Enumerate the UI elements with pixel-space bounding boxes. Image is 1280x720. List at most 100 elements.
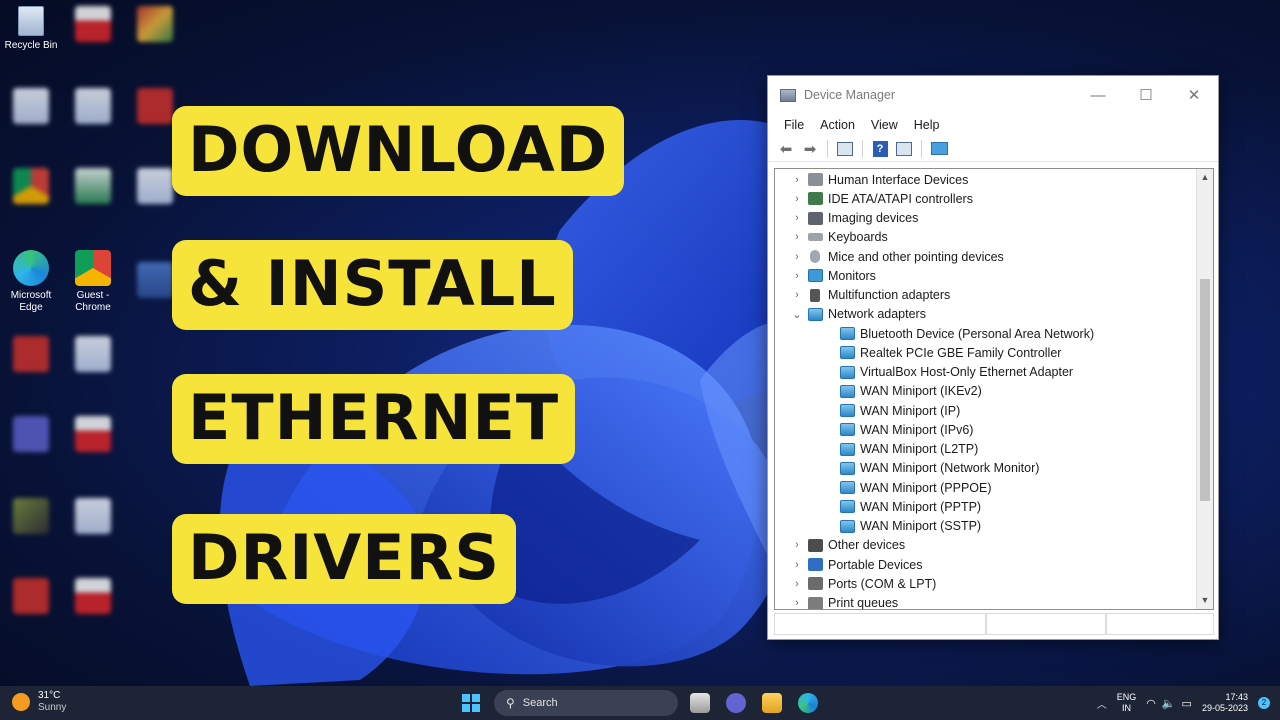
tree-item-label: Human Interface Devices — [828, 172, 969, 187]
wifi-icon[interactable]: ◠ — [1146, 697, 1156, 710]
desktop-shortcut[interactable] — [0, 88, 62, 128]
tree-item-label: Imaging devices — [828, 211, 919, 225]
desktop-shortcut[interactable] — [0, 498, 62, 538]
expand-chevron-icon[interactable]: › — [789, 289, 805, 301]
collapse-chevron-icon[interactable]: ⌄ — [789, 308, 805, 321]
tree-category-item[interactable]: › Mice and other pointing devices — [789, 247, 1004, 266]
guest-chrome-shortcut[interactable]: Guest - Chrome — [62, 250, 124, 314]
recycle-bin-shortcut[interactable]: Recycle Bin — [0, 6, 62, 52]
folder-icon — [137, 262, 173, 298]
tree-device-item[interactable]: WAN Miniport (IKEv2) — [837, 382, 982, 401]
tree-device-item[interactable]: WAN Miniport (IP) — [837, 401, 960, 420]
forward-arrow-icon[interactable]: ➡ — [800, 139, 820, 159]
battery-icon[interactable]: ▭ — [1182, 697, 1192, 710]
tree-device-item[interactable]: Realtek PCIe GBE Family Controller — [837, 343, 1061, 362]
desktop-shortcut[interactable] — [62, 336, 124, 376]
tree-category-item[interactable]: › Human Interface Devices — [789, 170, 968, 189]
desktop-shortcut[interactable] — [62, 498, 124, 538]
maximize-button[interactable]: ☐ — [1122, 76, 1170, 114]
tree-device-item[interactable]: WAN Miniport (PPTP) — [837, 497, 981, 516]
expand-chevron-icon[interactable]: › — [789, 559, 805, 571]
toolbar-separator — [862, 139, 863, 158]
edge-taskbar-icon[interactable] — [798, 693, 818, 713]
expand-chevron-icon[interactable]: › — [789, 597, 805, 609]
back-arrow-icon[interactable]: ⬅ — [776, 139, 796, 159]
desktop-shortcut[interactable] — [0, 416, 62, 456]
tree-category-item[interactable]: ⌄ Network adapters — [789, 305, 926, 324]
tree-item-label: WAN Miniport (PPPOE) — [860, 480, 992, 495]
desktop-shortcut[interactable] — [0, 168, 62, 208]
menu-action[interactable]: Action — [812, 118, 863, 132]
mouse-icon — [810, 250, 820, 263]
tree-device-item[interactable]: WAN Miniport (Network Monitor) — [837, 459, 1039, 478]
close-button[interactable]: ✕ — [1170, 76, 1218, 114]
tree-category-item[interactable]: › Ports (COM & LPT) — [789, 574, 936, 593]
tree-item-label: Network adapters — [828, 307, 926, 322]
tree-item-label: Bluetooth Device (Personal Area Network) — [860, 326, 1095, 341]
expand-chevron-icon[interactable]: › — [789, 231, 805, 243]
menu-view[interactable]: View — [863, 118, 906, 132]
scroll-up-arrow-icon[interactable]: ▲ — [1197, 169, 1213, 186]
tree-category-item[interactable]: › Imaging devices — [789, 209, 918, 228]
desktop-shortcut[interactable] — [62, 88, 124, 128]
menu-bar: File Action View Help — [768, 114, 1218, 136]
tree-category-item[interactable]: › Keyboards — [789, 228, 888, 247]
properties-view-icon[interactable] — [835, 139, 855, 159]
file-explorer-icon[interactable] — [762, 693, 782, 713]
weather-widget[interactable]: 31°C Sunny — [12, 690, 66, 714]
microsoft-edge-shortcut[interactable]: Microsoft Edge — [0, 250, 62, 314]
scroll-thumb[interactable] — [1200, 279, 1210, 501]
clock[interactable]: 17:43 29-05-2023 — [1202, 692, 1248, 714]
tree-category-item[interactable]: › Other devices — [789, 536, 905, 555]
network-adapter-icon — [840, 500, 855, 514]
show-hidden-icons-chevron-icon[interactable]: ︿ — [1097, 696, 1107, 711]
expand-chevron-icon[interactable]: › — [789, 578, 805, 590]
expand-chevron-icon[interactable]: › — [789, 193, 805, 205]
expand-chevron-icon[interactable]: › — [789, 212, 805, 224]
tree-device-item[interactable]: VirtualBox Host-Only Ethernet Adapter — [837, 363, 1073, 382]
scan-hardware-icon[interactable] — [929, 139, 949, 159]
desktop-shortcut[interactable] — [62, 578, 124, 618]
expand-chevron-icon[interactable]: › — [789, 174, 805, 186]
menu-file[interactable]: File — [776, 118, 812, 132]
desktop-shortcut[interactable] — [62, 416, 124, 456]
volume-icon[interactable]: 🔈 — [1162, 697, 1176, 710]
expand-chevron-icon[interactable]: › — [789, 251, 805, 263]
tree-category-item[interactable]: › Print queues — [789, 594, 898, 609]
desktop-shortcut[interactable] — [0, 336, 62, 376]
vertical-scrollbar[interactable]: ▲ ▼ — [1196, 169, 1213, 609]
tree-item-label: IDE ATA/ATAPI controllers — [828, 191, 973, 206]
tree-category-item[interactable]: › Portable Devices — [789, 555, 922, 574]
tree-category-item[interactable]: › IDE ATA/ATAPI controllers — [789, 189, 973, 208]
tree-item-label: VirtualBox Host-Only Ethernet Adapter — [860, 365, 1074, 379]
taskbar-search[interactable]: ⚲ Search — [494, 690, 678, 716]
edge-label: Microsoft Edge — [10, 290, 52, 313]
desktop-shortcut[interactable] — [0, 578, 62, 618]
menu-help[interactable]: Help — [906, 118, 948, 132]
desktop-shortcut[interactable] — [124, 6, 186, 46]
tree-category-item[interactable]: › Monitors — [789, 266, 876, 285]
tree-device-item[interactable]: WAN Miniport (SSTP) — [837, 517, 981, 536]
expand-chevron-icon[interactable]: › — [789, 539, 805, 551]
task-view-icon[interactable] — [690, 693, 710, 713]
window-titlebar[interactable]: Device Manager — ☐ ✕ — [768, 76, 1218, 114]
language-indicator[interactable]: ENG IN — [1117, 692, 1137, 714]
tree-device-item[interactable]: Bluetooth Device (Personal Area Network) — [837, 324, 1094, 343]
minimize-button[interactable]: — — [1074, 76, 1122, 114]
desktop-shortcut[interactable] — [62, 6, 124, 46]
help-icon[interactable]: ? — [870, 139, 890, 159]
notification-badge[interactable]: 2 — [1258, 697, 1270, 709]
tree-device-item[interactable]: WAN Miniport (IPv6) — [837, 420, 973, 439]
expand-chevron-icon[interactable]: › — [789, 270, 805, 282]
desktop-shortcut[interactable] — [62, 168, 124, 208]
title-line-download: DOWNLOAD — [172, 106, 625, 196]
tree-device-item[interactable]: WAN Miniport (L2TP) — [837, 440, 978, 459]
details-view-icon[interactable] — [894, 139, 914, 159]
weather-temperature: 31°C — [38, 690, 61, 701]
tree-item-label: Other devices — [828, 538, 906, 553]
scroll-down-arrow-icon[interactable]: ▼ — [1197, 592, 1213, 609]
windows-start-icon[interactable] — [462, 694, 480, 712]
tree-device-item[interactable]: WAN Miniport (PPPOE) — [837, 478, 992, 497]
teams-chat-icon[interactable] — [726, 693, 746, 713]
tree-category-item[interactable]: › Multifunction adapters — [789, 286, 950, 305]
